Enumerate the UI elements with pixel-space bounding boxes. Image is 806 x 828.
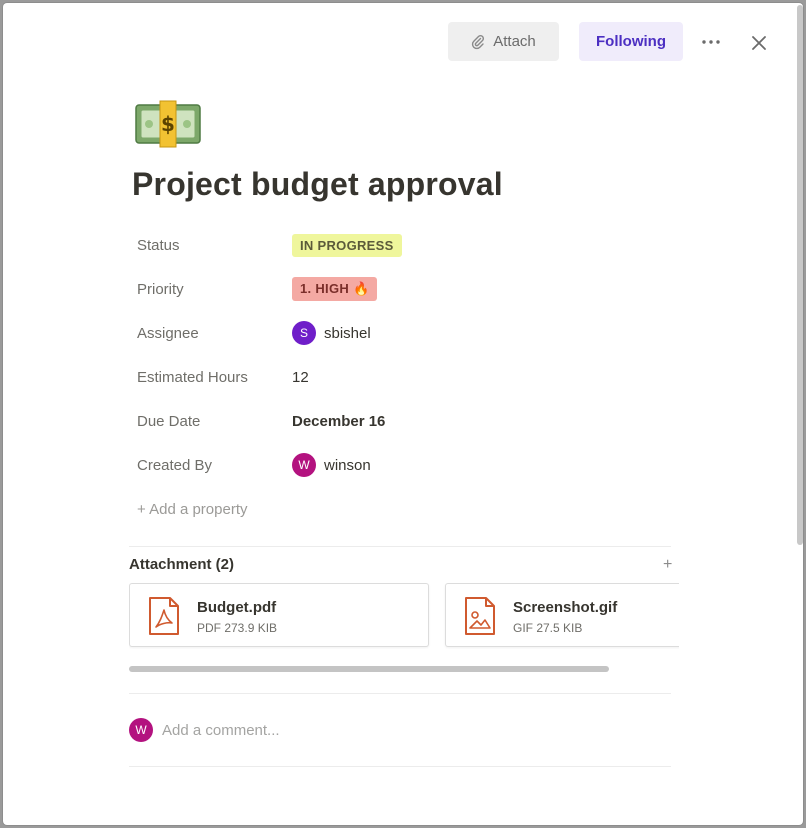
divider: [129, 766, 671, 767]
attachments-header: Attachment (2): [129, 556, 235, 573]
property-label: Due Date: [137, 412, 201, 430]
task-modal: Attach Following $ Project budget approv…: [3, 3, 803, 825]
attachment-meta: GIF 27.5 KIB: [513, 621, 583, 635]
attach-button[interactable]: Attach: [448, 22, 559, 61]
property-label: Status: [137, 236, 180, 254]
property-assignee[interactable]: Assignee S sbishel: [137, 313, 697, 353]
image-file-icon: [465, 597, 495, 635]
property-label: Created By: [137, 456, 213, 474]
attach-button-label: Attach: [493, 33, 536, 50]
avatar: W: [129, 718, 153, 742]
horizontal-scrollbar[interactable]: [129, 666, 609, 672]
paperclip-icon: [472, 34, 485, 49]
attachment-meta: PDF 273.9 KIB: [197, 621, 278, 635]
more-options-button[interactable]: [695, 30, 727, 54]
property-estimated-hours[interactable]: Estimated Hours 12: [137, 357, 697, 397]
divider: [129, 693, 671, 694]
attachment-name: Screenshot.gif: [513, 599, 618, 616]
close-icon: [752, 36, 766, 50]
property-label: Estimated Hours: [137, 368, 248, 386]
modal-toolbar: Attach Following: [3, 22, 803, 62]
property-status[interactable]: Status IN PROGRESS: [137, 225, 697, 265]
property-due-date[interactable]: Due Date December 16: [137, 401, 697, 441]
property-created-by: Created By W winson: [137, 445, 697, 485]
attachment-card[interactable]: Budget.pdf PDF 273.9 KIB: [129, 583, 429, 647]
created-by-name: winson: [324, 456, 371, 474]
add-property-button[interactable]: + Add a property: [137, 501, 248, 518]
property-label: Assignee: [137, 324, 199, 342]
vertical-scrollbar[interactable]: [797, 5, 803, 545]
comment-input[interactable]: [162, 721, 642, 739]
more-horizontal-icon: [702, 40, 720, 44]
assignee-name[interactable]: sbishel: [324, 325, 371, 342]
due-date-value[interactable]: December 16: [292, 413, 385, 430]
avatar: S: [292, 321, 316, 345]
property-priority[interactable]: Priority 1. HIGH 🔥: [137, 269, 697, 309]
close-button[interactable]: [745, 30, 773, 56]
avatar: W: [292, 453, 316, 477]
add-attachment-button[interactable]: +: [663, 556, 672, 574]
estimated-hours-value[interactable]: 12: [292, 369, 309, 386]
money-bill-icon[interactable]: $: [133, 97, 203, 151]
attachments-list: Budget.pdf PDF 273.9 KIB Screenshot.gif …: [129, 583, 679, 649]
pdf-file-icon: [149, 597, 179, 635]
property-label: Priority: [137, 280, 184, 298]
attachment-card[interactable]: Screenshot.gif GIF 27.5 KIB: [445, 583, 679, 647]
comment-composer: W: [129, 717, 671, 743]
following-button[interactable]: Following: [579, 22, 683, 61]
divider: [129, 546, 671, 547]
priority-badge[interactable]: 1. HIGH 🔥: [292, 277, 378, 301]
svg-text:$: $: [161, 112, 175, 136]
status-badge[interactable]: IN PROGRESS: [292, 233, 402, 257]
page-title[interactable]: Project budget approval: [132, 166, 503, 203]
attachment-name: Budget.pdf: [197, 599, 277, 616]
